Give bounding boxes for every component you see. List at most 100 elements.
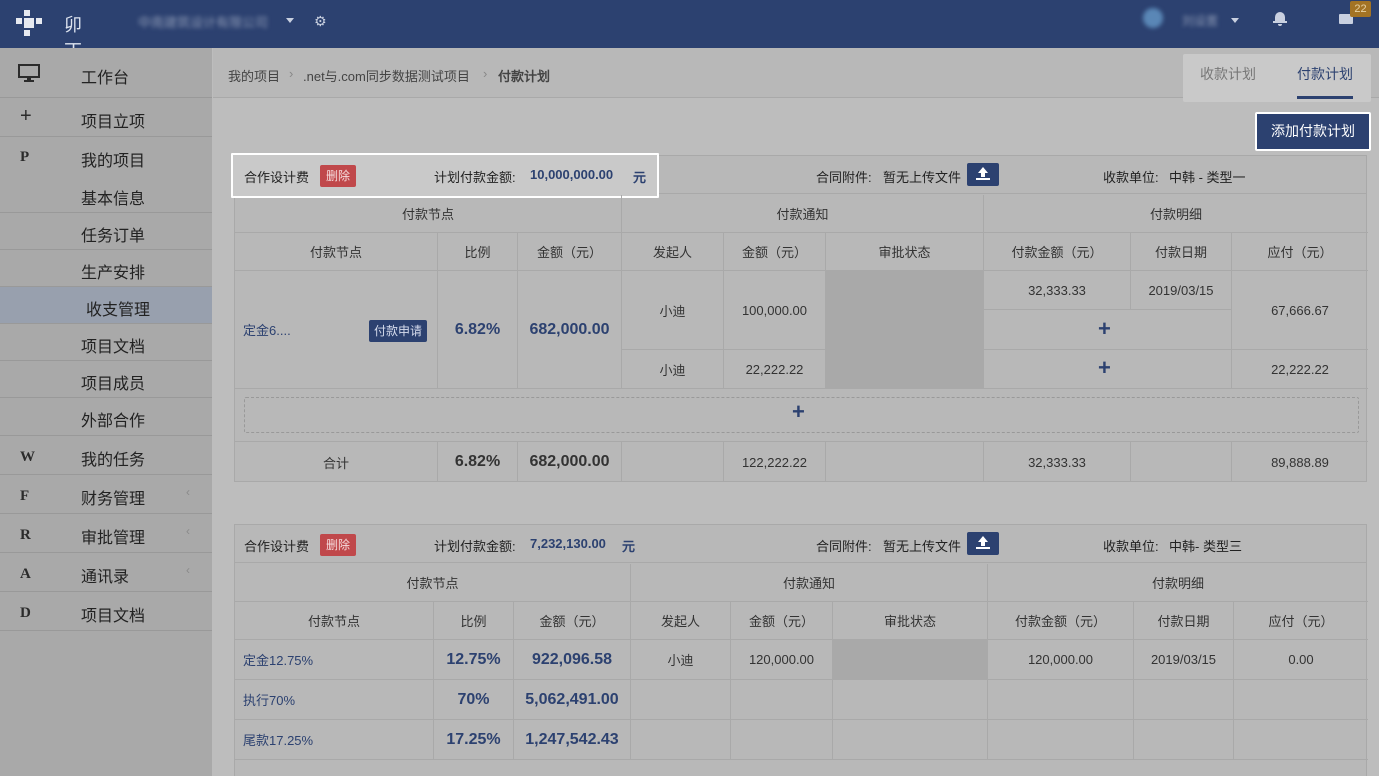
upload-button[interactable] [967,163,999,186]
sidebar-item-label: 项目立项 [81,114,146,131]
node-name[interactable]: 尾款17.25% [235,720,434,760]
sidebar-item-finance[interactable]: F 财务管理 ‹ [0,475,212,514]
total-empty [1131,442,1232,482]
column-header: 审批状态 [833,602,988,640]
chevron-left-icon: ‹ [186,524,190,538]
attach-value: 暂无上传文件 [883,170,962,185]
plus-icon[interactable]: + [1098,316,1111,342]
sidebar-item-project-docs[interactable]: 项目文档 [0,324,212,361]
notice-amount: 22,222.22 [724,350,826,389]
empty-cell [988,720,1134,760]
sidebar-item-production[interactable]: 生产安排 [0,250,212,287]
total-label: 合计 [235,442,438,482]
plan-amount-label: 计划付款金额: [434,170,516,185]
empty-cell [988,680,1134,720]
sidebar-item-contacts[interactable]: A 通讯录 ‹ [0,553,212,592]
node-amount: 1,247,542.43 [514,720,631,760]
breadcrumb-separator: › [289,66,294,81]
column-header: 比例 [438,233,518,271]
sidebar-item-label: 通讯录 [81,569,130,586]
empty-cell [731,720,833,760]
group-header: 付款通知 [631,564,988,602]
sidebar-item-label: 项目文档 [81,608,146,625]
upload-button[interactable] [967,532,999,555]
due-amount: 67,666.67 [1232,271,1368,350]
notice-initiator: 小迪 [631,640,731,680]
bell-icon[interactable] [1273,12,1287,26]
total-due: 89,888.89 [1271,454,1329,470]
sidebar-item-project-setup[interactable]: + 项目立项 [0,98,212,137]
column-header: 付款金额（元） [984,233,1131,271]
pay-plan-card: 合作设计费 删除 计划付款金额: 10,000,000.00 元 合同附件: 暂… [231,153,1368,482]
plan-title: 合作设计费 [244,539,310,554]
plan-tabs: 收款计划 付款计划 [1183,54,1371,102]
plus-icon[interactable]: + [1098,355,1111,381]
avatar[interactable] [1143,8,1163,28]
node-name[interactable]: 定金6.... [243,320,291,339]
node-name[interactable]: 定金12.75% [235,640,434,680]
plan-amount-label: 计划付款金额: [434,539,516,554]
breadcrumb-item[interactable]: 我的项目 [228,66,280,85]
sidebar-item-label: 生产安排 [81,265,146,282]
column-header: 付款金额（元） [988,602,1134,640]
tab-receive-plan[interactable]: 收款计划 [1200,64,1256,84]
attach-label: 合同附件: [816,539,872,554]
column-header: 比例 [434,602,514,640]
sidebar-item-label: 工作台 [81,70,130,87]
group-header: 付款节点 [235,195,622,233]
sidebar-item-finance-mgmt[interactable]: 收支管理 [0,287,212,324]
column-header: 审批状态 [826,233,984,271]
approval-status [833,640,988,680]
empty-cell [1134,720,1234,760]
node-amount: 682,000.00 [518,271,622,389]
plan-title: 合作设计费 [244,170,310,185]
node-ratio: 12.75% [434,640,514,680]
total-notice-amount: 122,222.22 [724,442,826,482]
total-empty [622,442,724,482]
sidebar-item-documents[interactable]: D 项目文档 [0,592,212,631]
plan-amount-unit: 元 [633,170,647,185]
empty-cell [833,680,988,720]
attach-label: 合同附件: [816,170,872,185]
column-header: 应付（元） [1234,602,1368,640]
sidebar-item-workbench[interactable]: 工作台 [0,48,212,98]
delete-button[interactable]: 删除 [320,534,357,556]
gear-icon[interactable]: ⚙ [314,13,327,30]
delete-button[interactable]: 删除 [320,165,357,187]
empty-cell [1134,680,1234,720]
group-header: 付款明细 [988,564,1368,602]
sidebar-item-task-orders[interactable]: 任务订单 [0,213,212,250]
due-amount: 22,222.22 [1232,350,1368,389]
breadcrumb-current: 付款计划 [498,69,551,84]
group-header: 付款明细 [984,195,1368,233]
sidebar-item-label: 我的任务 [81,452,146,469]
group-header: 付款节点 [235,564,631,602]
user-dropdown-icon[interactable] [1231,18,1239,23]
org-name[interactable]: 中南建筑设计有限公司 [138,12,268,31]
column-header: 付款日期 [1134,602,1234,640]
column-header: 金额（元） [514,602,631,640]
app-logo[interactable]: 卯丁 [16,6,96,61]
sidebar-item-external-coop[interactable]: 外部合作 [0,398,212,436]
due-amount: 0.00 [1234,640,1368,680]
org-dropdown-icon[interactable] [286,18,294,23]
tab-pay-plan[interactable]: 付款计划 [1297,64,1353,99]
sidebar-item-project-members[interactable]: 项目成员 [0,361,212,398]
node-name[interactable]: 执行70% [235,680,434,720]
pay-amount: 120,000.00 [988,640,1134,680]
add-pay-plan-button[interactable]: 添加付款计划 [1255,112,1371,151]
total-pay-amount: 32,333.33 [984,442,1131,482]
sidebar-item-basic-info[interactable]: 基本信息 [0,176,212,213]
sidebar-item-approval[interactable]: R 审批管理 ‹ [0,514,212,553]
plus-icon[interactable]: + [792,399,805,425]
sidebar-item-my-tasks[interactable]: W 我的任务 [0,436,212,475]
payment-request-button[interactable]: 付款申请 [369,320,428,342]
payee-label: 收款单位: [1103,170,1159,185]
breadcrumb-item[interactable]: .net与.com同步数据测试项目 [303,66,470,85]
pay-date: 2019/03/15 [1134,640,1234,680]
user-name[interactable]: 刘设置 [1182,12,1218,29]
empty-cell [631,720,731,760]
letter-p-icon: P [20,149,30,165]
sidebar-item-my-projects[interactable]: P 我的项目 [0,137,212,176]
total-empty [826,442,984,482]
